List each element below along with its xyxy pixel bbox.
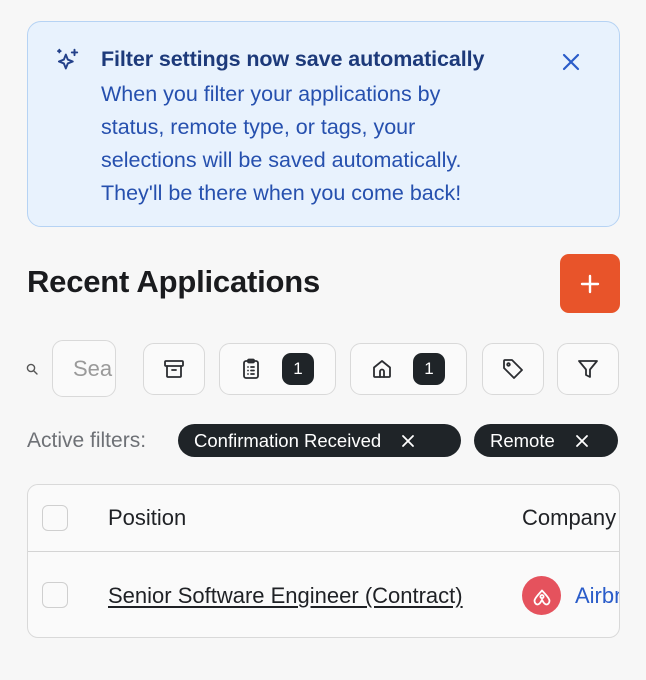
archive-button[interactable]	[143, 343, 205, 395]
clipboard-list-icon	[243, 358, 259, 379]
table-header: Position Company	[28, 485, 619, 552]
filter-chip-remote[interactable]: Remote	[474, 424, 618, 457]
home-icon	[373, 360, 391, 378]
archive-icon	[164, 360, 184, 378]
column-header-position[interactable]: Position	[108, 505, 186, 531]
banner-title: Filter settings now save automatically	[101, 47, 485, 71]
status-filter-button[interactable]: 1	[219, 343, 336, 395]
banner-line: selections will be saved automatically.	[101, 148, 462, 172]
company-link[interactable]: Airbnb	[575, 583, 619, 609]
add-application-button[interactable]	[560, 254, 620, 313]
search-icon	[26, 363, 38, 375]
filter-chip-label: Remote	[490, 429, 555, 451]
remote-filter-button[interactable]: 1	[350, 343, 467, 395]
tags-filter-button[interactable]	[482, 343, 544, 395]
select-all-checkbox[interactable]	[42, 505, 68, 531]
close-icon[interactable]	[559, 50, 583, 74]
column-header-company[interactable]: Company	[522, 505, 616, 531]
plus-icon	[580, 274, 600, 293]
banner-body: When you filter your applications by sta…	[101, 78, 531, 210]
info-banner: Filter settings now save automatically W…	[27, 21, 620, 227]
close-icon[interactable]	[575, 434, 589, 448]
banner-line: They'll be there when you come back!	[101, 181, 462, 205]
banner-line: status, remote type, or tags, your	[101, 115, 416, 139]
row-checkbox[interactable]	[42, 582, 68, 608]
search-input[interactable]	[53, 341, 113, 396]
tag-icon	[503, 359, 523, 379]
search-field[interactable]	[52, 340, 116, 397]
more-filters-button[interactable]	[557, 343, 619, 395]
filter-chip-confirmation-received[interactable]: Confirmation Received	[178, 424, 461, 457]
sparkles-icon	[57, 48, 79, 70]
filter-chip-label: Confirmation Received	[194, 429, 382, 451]
banner-line: When you filter your applications by	[101, 82, 441, 106]
active-filters-label: Active filters:	[27, 429, 147, 452]
airbnb-logo	[522, 576, 561, 615]
remote-filter-count: 1	[413, 353, 445, 385]
status-filter-count: 1	[282, 353, 314, 385]
position-link[interactable]: Senior Software Engineer (Contract)	[108, 583, 463, 609]
filter-icon	[578, 360, 598, 378]
applications-table: Position Company Senior Software Enginee…	[27, 484, 620, 638]
page-title: Recent Applications	[27, 264, 321, 299]
close-icon[interactable]	[401, 434, 415, 448]
table-row[interactable]: Senior Software Engineer (Contract) Airb…	[28, 553, 619, 637]
